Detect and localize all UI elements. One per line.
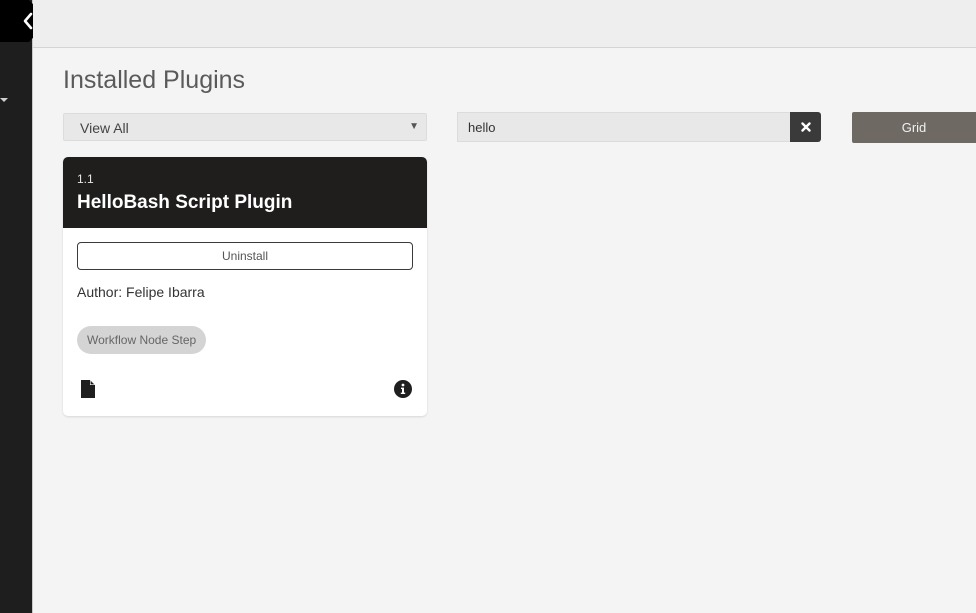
caret-down-icon: ▼: [409, 121, 419, 132]
plugin-version: 1.1: [77, 172, 94, 186]
clear-search-button[interactable]: [790, 112, 821, 142]
file-icon[interactable]: [81, 380, 95, 398]
filter-select[interactable]: View All ▼: [63, 113, 427, 141]
grid-view-button[interactable]: Grid: [852, 112, 976, 143]
sidebar: [0, 0, 33, 613]
top-bar: [33, 0, 976, 48]
search-group: [457, 112, 821, 142]
close-icon: [800, 122, 811, 132]
plugin-card: 1.1 HelloBash Script Plugin Uninstall Au…: [63, 157, 427, 416]
plugin-type-tag: Workflow Node Step: [77, 326, 207, 354]
plugin-card-header: 1.1 HelloBash Script Plugin: [63, 157, 427, 228]
filter-selected-value: View All: [80, 120, 129, 136]
page-title: Installed Plugins: [63, 66, 246, 94]
info-icon[interactable]: [394, 380, 412, 398]
plugin-author: Author: Felipe Ibarra: [77, 284, 205, 300]
plugin-name: HelloBash Script Plugin: [77, 192, 293, 213]
search-input[interactable]: [457, 112, 791, 142]
uninstall-button[interactable]: Uninstall: [77, 242, 413, 270]
caret-down-icon[interactable]: [0, 90, 8, 102]
